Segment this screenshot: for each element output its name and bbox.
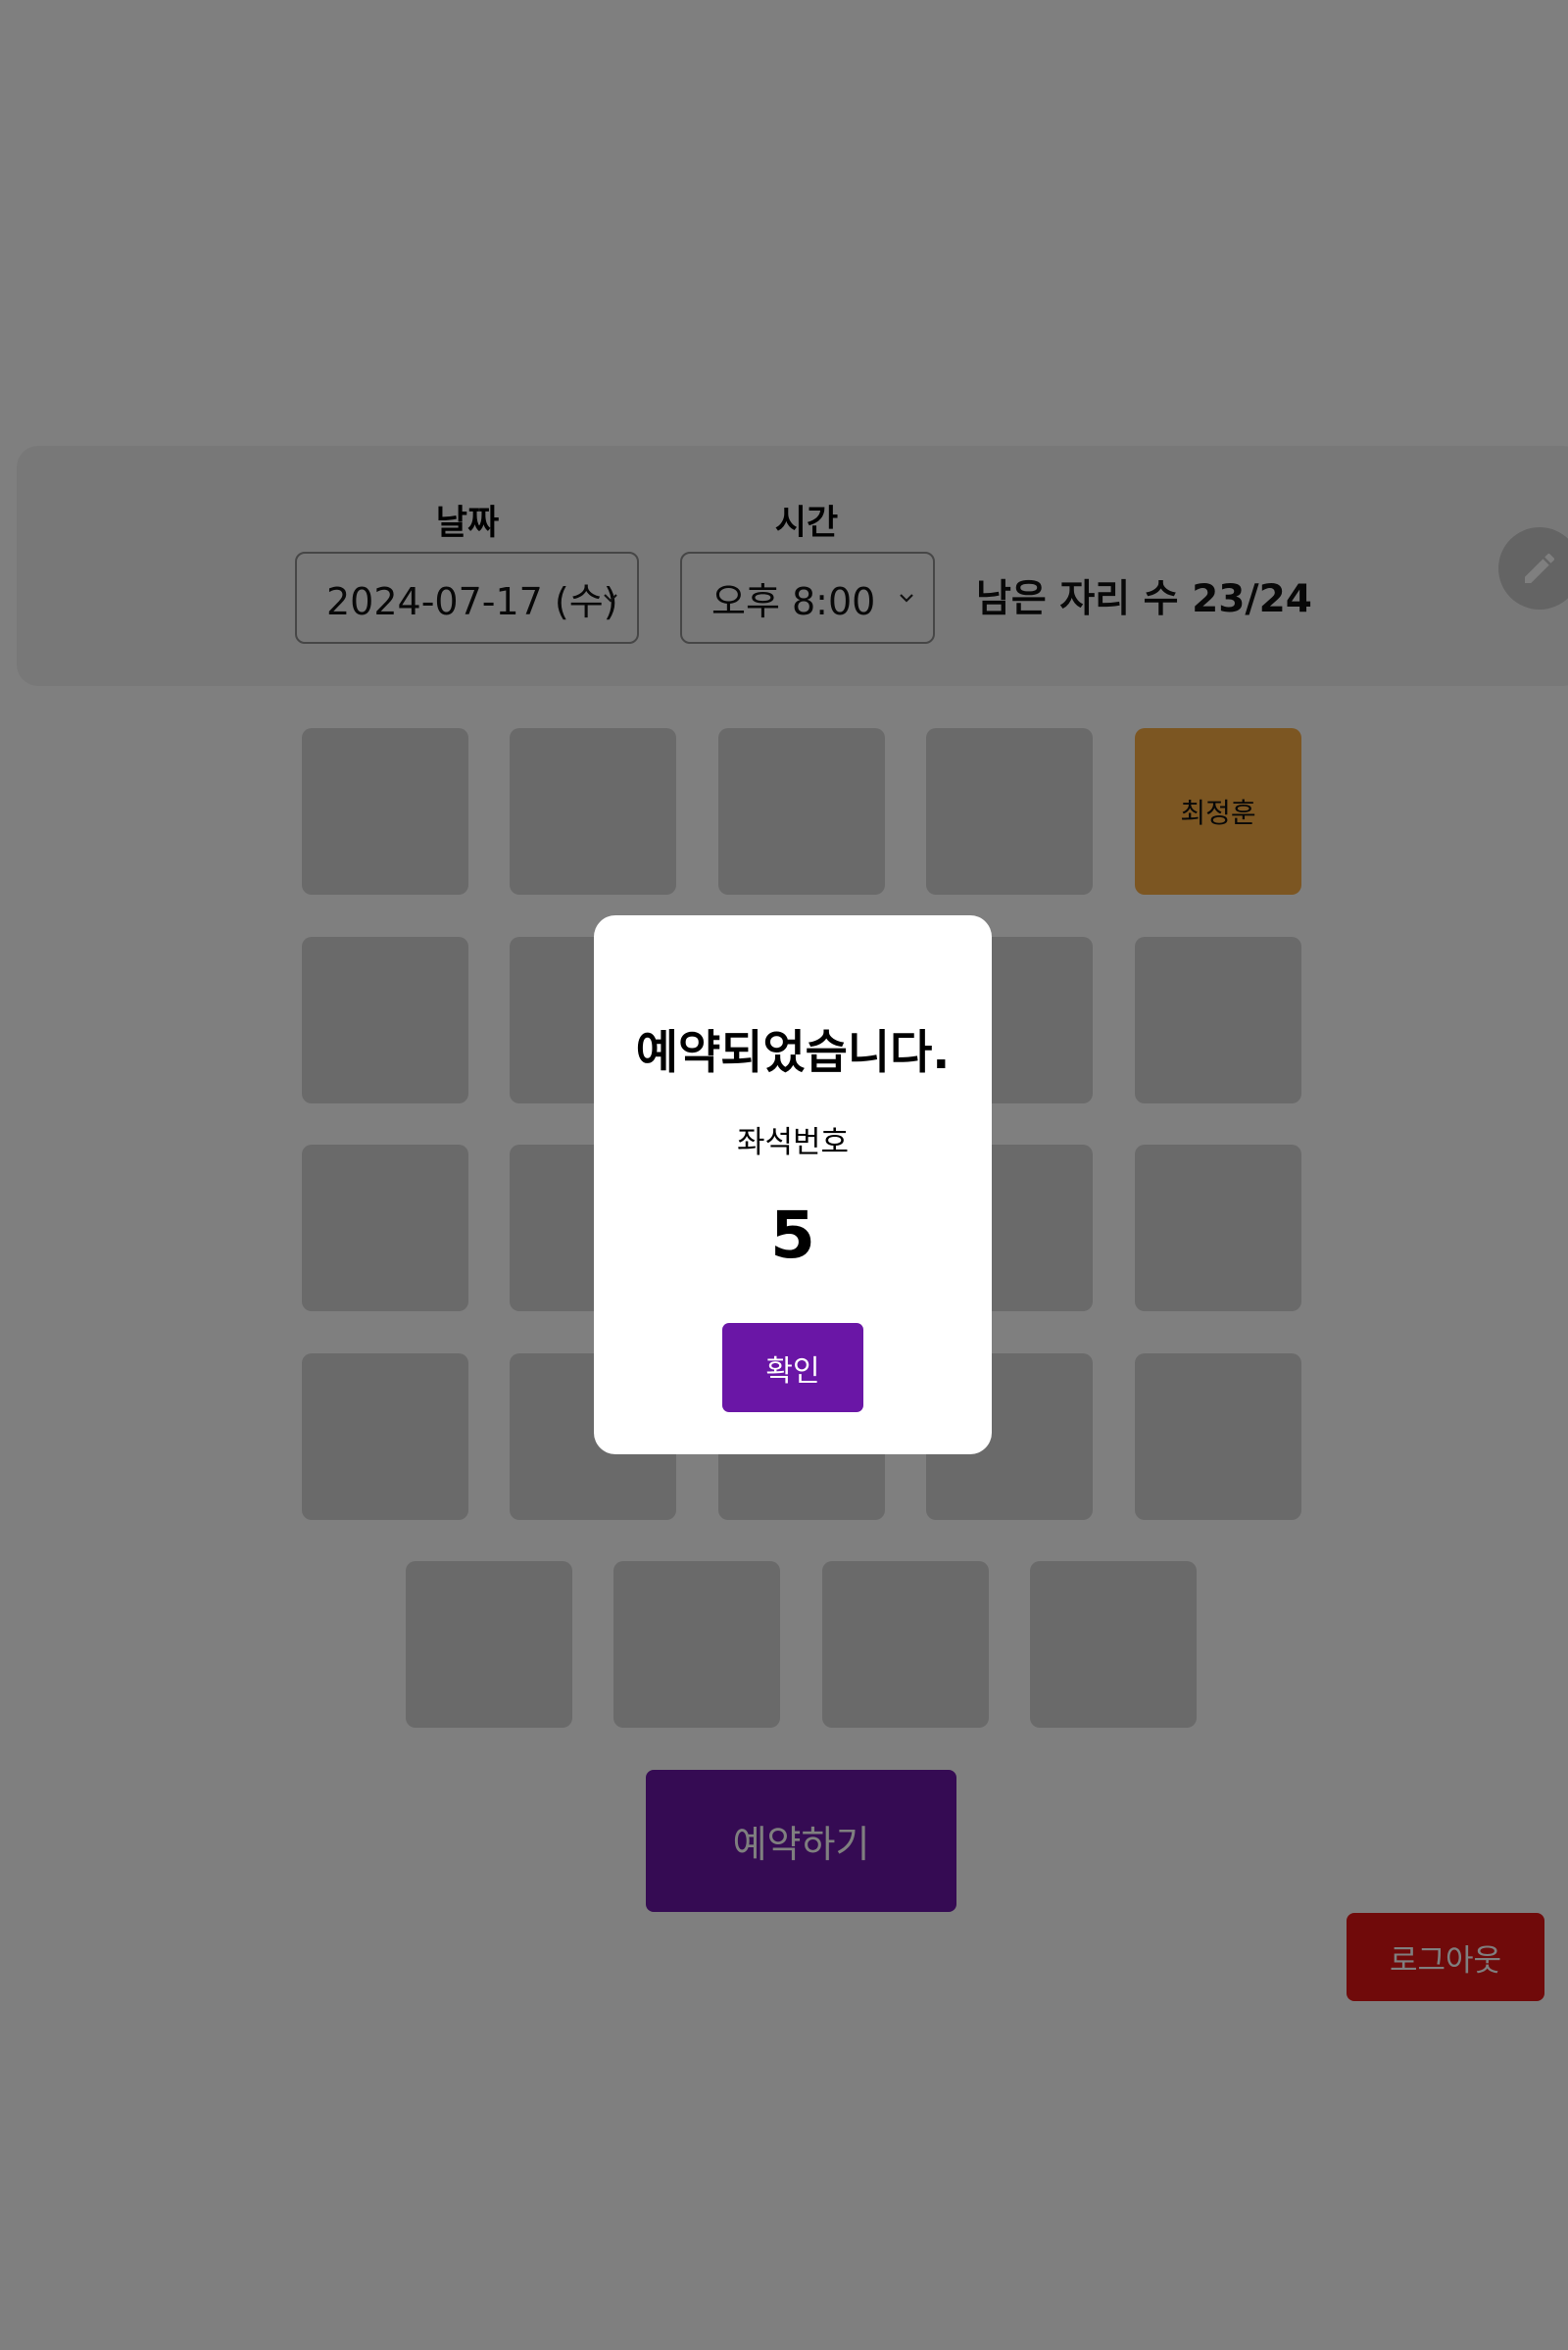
seat-number-value: 5 (770, 1197, 815, 1273)
dialog-title: 예약되었습니다. (635, 1025, 951, 1080)
reservation-confirm-dialog: 예약되었습니다. 좌석번호 5 확인 (594, 915, 992, 1454)
seat-number-caption: 좌석번호 (736, 1124, 850, 1160)
confirm-button[interactable]: 확인 (722, 1323, 863, 1412)
